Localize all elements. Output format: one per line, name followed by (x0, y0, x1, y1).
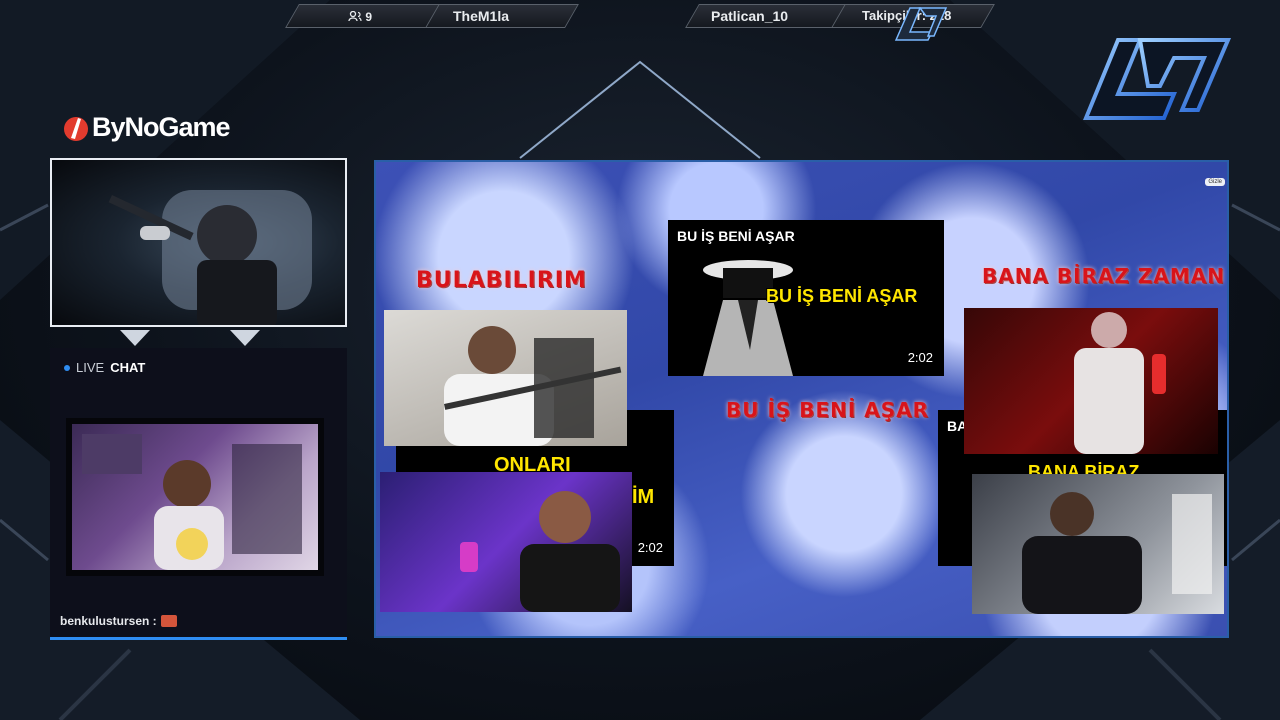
users-icon (348, 10, 362, 22)
participant-webcam-2-image (460, 491, 620, 612)
video-card-caption: BU İŞ BENİ AŞAR (766, 286, 918, 306)
video-card-caption-end: İM (632, 486, 655, 508)
guest-webcam-image (82, 434, 302, 570)
participant-webcam-3-image (1074, 312, 1166, 454)
hide-button[interactable]: Gizle (1205, 178, 1225, 186)
participant-webcam-1 (384, 310, 627, 446)
participant-webcam-1-image (444, 326, 622, 446)
player-right-name: Patlican_10 (711, 8, 789, 24)
chat-message: benkulustursen : (60, 614, 177, 628)
video-card-title: BU İŞ BENİ AŞAR (677, 228, 795, 244)
player-left-name: TheM1la (453, 8, 510, 24)
viewer-count: 9 (348, 10, 372, 24)
bynogame-icon (64, 117, 88, 141)
live-dot-icon (64, 364, 70, 371)
viewer-count-value: 9 (365, 10, 373, 24)
participant-webcam-4 (972, 474, 1224, 614)
sponsor-logo: ByNoGame (62, 110, 242, 148)
participant-webcam-3 (964, 308, 1218, 454)
emote-icon (160, 615, 177, 627)
team-logo-small (894, 7, 948, 41)
red-label-left: BULABILIRIM (416, 268, 587, 293)
red-label-center: BU İŞ BENİ AŞAR (726, 398, 930, 422)
top-info-bar: 9 TheM1la Patlican_10 Takipçiler: 218 (282, 4, 998, 41)
video-duration: 2:02 (634, 539, 666, 556)
sponsor-name: ByNoGame (92, 112, 231, 142)
video-thumbnail-figure (703, 260, 793, 376)
live-label: LIVE (76, 360, 105, 375)
guest-webcam (66, 418, 324, 576)
streamer-webcam (50, 158, 347, 327)
participant-webcam-4-image (1022, 492, 1212, 614)
red-label-right: BANA BİRAZ ZAMAN VER (982, 264, 1227, 288)
chat-label: CHAT (110, 360, 146, 375)
main-browser-view: Gizle BULABILIRIM BU İŞ BENİ AŞAR BANA B… (374, 160, 1229, 638)
team-logo-large (1083, 38, 1232, 120)
video-card-top[interactable]: BU İŞ BENİ AŞAR BU İŞ BENİ AŞAR 2:02 (668, 220, 944, 376)
chat-message-user: benkulustursen : (60, 614, 157, 628)
stream-overlay: 9 TheM1la Patlican_10 Takipçiler: 218 By… (0, 0, 1280, 720)
participant-webcam-2 (380, 472, 632, 612)
video-duration: 2:02 (904, 349, 936, 366)
streamer-webcam-image (108, 190, 312, 325)
chat-header: LIVE CHAT (64, 360, 145, 375)
live-chat-panel: LIVE CHAT benkulustursen : (50, 348, 347, 640)
